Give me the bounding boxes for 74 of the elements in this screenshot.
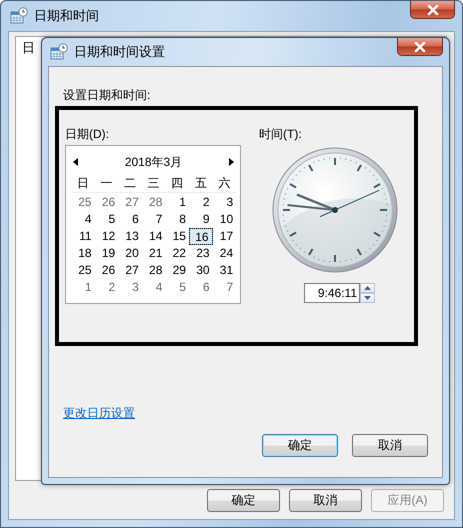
calendar-day[interactable]: 22 — [165, 245, 189, 262]
close-icon — [426, 4, 438, 14]
calendar-clock-icon — [50, 43, 68, 61]
calendar-day[interactable]: 16 — [188, 228, 213, 245]
calendar-day[interactable]: 3 — [212, 194, 236, 211]
down-arrow-icon — [364, 296, 371, 300]
calendar-day[interactable]: 1 — [165, 194, 189, 211]
calendar-day[interactable]: 10 — [212, 211, 236, 228]
calendar-day[interactable]: 25 — [71, 194, 95, 211]
spin-up-button[interactable] — [360, 283, 375, 293]
dialog-button[interactable]: 取消 — [352, 434, 428, 457]
calendar-day[interactable]: 2 — [94, 279, 118, 296]
calendar-day[interactable]: 24 — [212, 245, 236, 262]
close-button[interactable] — [410, 1, 455, 19]
calendar-day[interactable]: 28 — [142, 262, 166, 279]
time-field[interactable]: 9:46:11 — [304, 283, 360, 303]
close-button[interactable] — [397, 38, 443, 56]
up-arrow-icon — [364, 286, 371, 290]
calendar-day[interactable]: 26 — [94, 194, 118, 211]
calendar-settings-link[interactable]: 更改日历设置 — [63, 405, 135, 422]
spin-down-button[interactable] — [360, 293, 375, 303]
calendar-day[interactable]: 29 — [165, 262, 189, 279]
close-icon — [414, 42, 426, 52]
calendar-day[interactable]: 9 — [188, 211, 213, 228]
weekday-label: 一 — [94, 174, 118, 193]
calendar-day[interactable]: 11 — [71, 228, 95, 245]
date-label: 日期(D): — [65, 126, 110, 140]
calendar-day[interactable]: 18 — [71, 245, 95, 262]
calendar-day[interactable]: 23 — [188, 245, 213, 262]
calendar-day[interactable]: 1 — [71, 279, 95, 296]
calendar-day[interactable]: 27 — [118, 262, 142, 279]
calendar-day[interactable]: 8 — [165, 211, 189, 228]
weekday-label: 三 — [142, 174, 166, 193]
calendar-day[interactable]: 30 — [188, 262, 213, 279]
time-label: 时间(T): — [259, 126, 302, 140]
dialog-button[interactable]: 取消 — [289, 488, 362, 512]
calendar-day[interactable]: 4 — [142, 279, 166, 296]
calendar-day[interactable]: 25 — [71, 262, 95, 279]
calendar-day[interactable]: 28 — [142, 194, 166, 211]
calendar-day[interactable]: 15 — [165, 228, 189, 245]
calendar-day[interactable]: 4 — [71, 211, 95, 228]
tab-label[interactable]: 日 — [22, 40, 35, 55]
calendar-day[interactable]: 17 — [212, 228, 236, 245]
calendar-day[interactable]: 7 — [212, 279, 236, 296]
calendar-day[interactable]: 5 — [94, 211, 118, 228]
weekday-label: 日 — [71, 174, 95, 193]
calendar-day[interactable]: 20 — [118, 245, 142, 262]
calendar-day[interactable]: 12 — [94, 228, 118, 245]
calendar-day[interactable]: 21 — [142, 245, 166, 262]
window-title: 日期和时间 — [34, 7, 99, 25]
calendar-day[interactable]: 31 — [212, 262, 236, 279]
calendar-day[interactable]: 2 — [188, 194, 213, 211]
calendar-day[interactable]: 5 — [165, 279, 189, 296]
dialog-button[interactable]: 确定 — [262, 434, 338, 457]
dialog-button[interactable]: 确定 — [207, 488, 280, 512]
previous-month-icon[interactable] — [73, 158, 78, 166]
month-title[interactable]: 2018年3月 — [124, 154, 182, 170]
calendar-day[interactable]: 3 — [118, 279, 142, 296]
calendar-clock-icon — [10, 7, 28, 25]
calendar-day[interactable]: 26 — [94, 262, 118, 279]
calendar-day[interactable]: 14 — [142, 228, 166, 245]
section-heading: 设置日期和时间: — [63, 87, 152, 104]
calendar-day[interactable]: 27 — [118, 194, 142, 211]
dialog-title: 日期和时间设置 — [74, 43, 165, 61]
calendar-day[interactable]: 6 — [188, 279, 213, 296]
weekday-label: 六 — [212, 174, 236, 193]
next-month-icon[interactable] — [229, 158, 234, 166]
calendar-day[interactable]: 7 — [142, 211, 166, 228]
calendar-day[interactable]: 6 — [118, 211, 142, 228]
weekday-label: 二 — [118, 174, 142, 193]
calendar-day[interactable]: 13 — [118, 228, 142, 245]
weekday-label: 四 — [165, 174, 189, 193]
weekday-label: 五 — [188, 174, 213, 193]
calendar-day[interactable]: 19 — [94, 245, 118, 262]
